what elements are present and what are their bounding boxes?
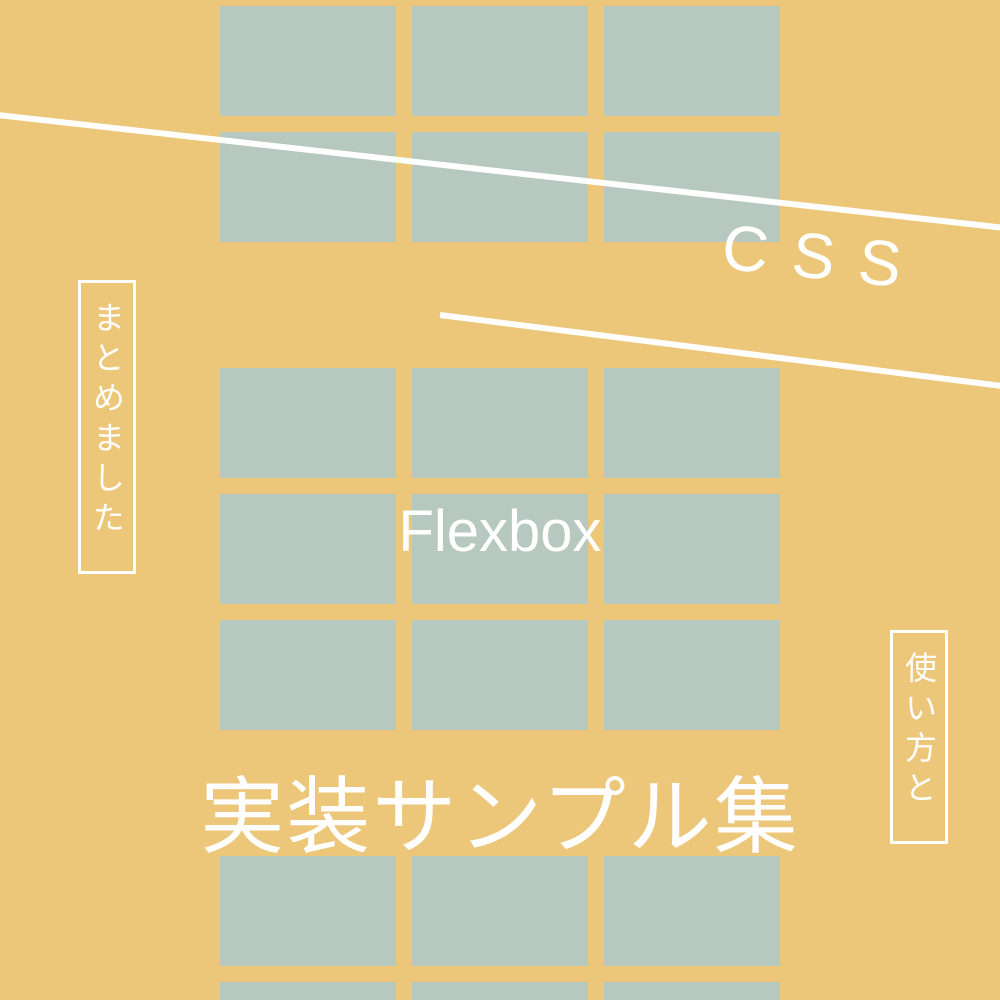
grid-row	[220, 620, 780, 730]
grid-cell	[412, 6, 588, 116]
grid-cell	[604, 6, 780, 116]
grid-cell	[220, 856, 396, 966]
vertical-note-left-text: まとめました	[89, 301, 125, 541]
vertical-note-left: まとめました	[78, 280, 136, 574]
grid-cell	[412, 856, 588, 966]
grid-cell	[604, 620, 780, 730]
vertical-note-right-text: 使い方と	[901, 651, 937, 811]
grid-row	[220, 368, 780, 478]
grid-cell	[604, 982, 780, 1000]
flexbox-label: Flexbox	[0, 498, 1000, 565]
grid-cell	[220, 982, 396, 1000]
grid-cell	[604, 368, 780, 478]
grid-cell	[604, 856, 780, 966]
grid-cell	[412, 620, 588, 730]
grid-cell	[220, 368, 396, 478]
grid-cell	[220, 620, 396, 730]
grid-cell	[412, 982, 588, 1000]
grid-cell	[412, 368, 588, 478]
grid-cell	[412, 132, 588, 242]
grid-row	[220, 856, 780, 966]
grid-row	[220, 982, 780, 1000]
grid-cell	[220, 6, 396, 116]
vertical-note-right: 使い方と	[890, 630, 948, 844]
main-heading: 実装サンプル集	[0, 750, 1000, 871]
grid-row	[220, 6, 780, 116]
